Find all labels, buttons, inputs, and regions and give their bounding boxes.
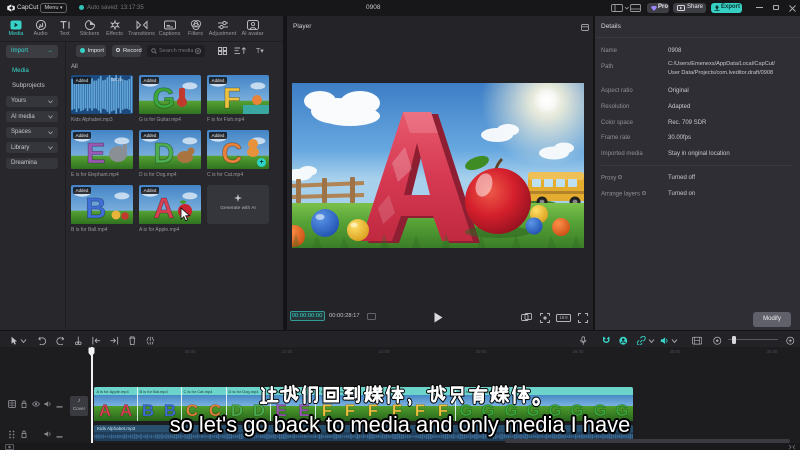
svg-text:E: E bbox=[86, 138, 105, 169]
svg-text:A: A bbox=[153, 193, 174, 224]
svg-text:F: F bbox=[223, 83, 241, 114]
svg-text:G: G bbox=[153, 83, 176, 114]
svg-text:D: D bbox=[153, 138, 174, 169]
svg-text:C: C bbox=[221, 138, 242, 169]
svg-text:B: B bbox=[85, 193, 106, 224]
